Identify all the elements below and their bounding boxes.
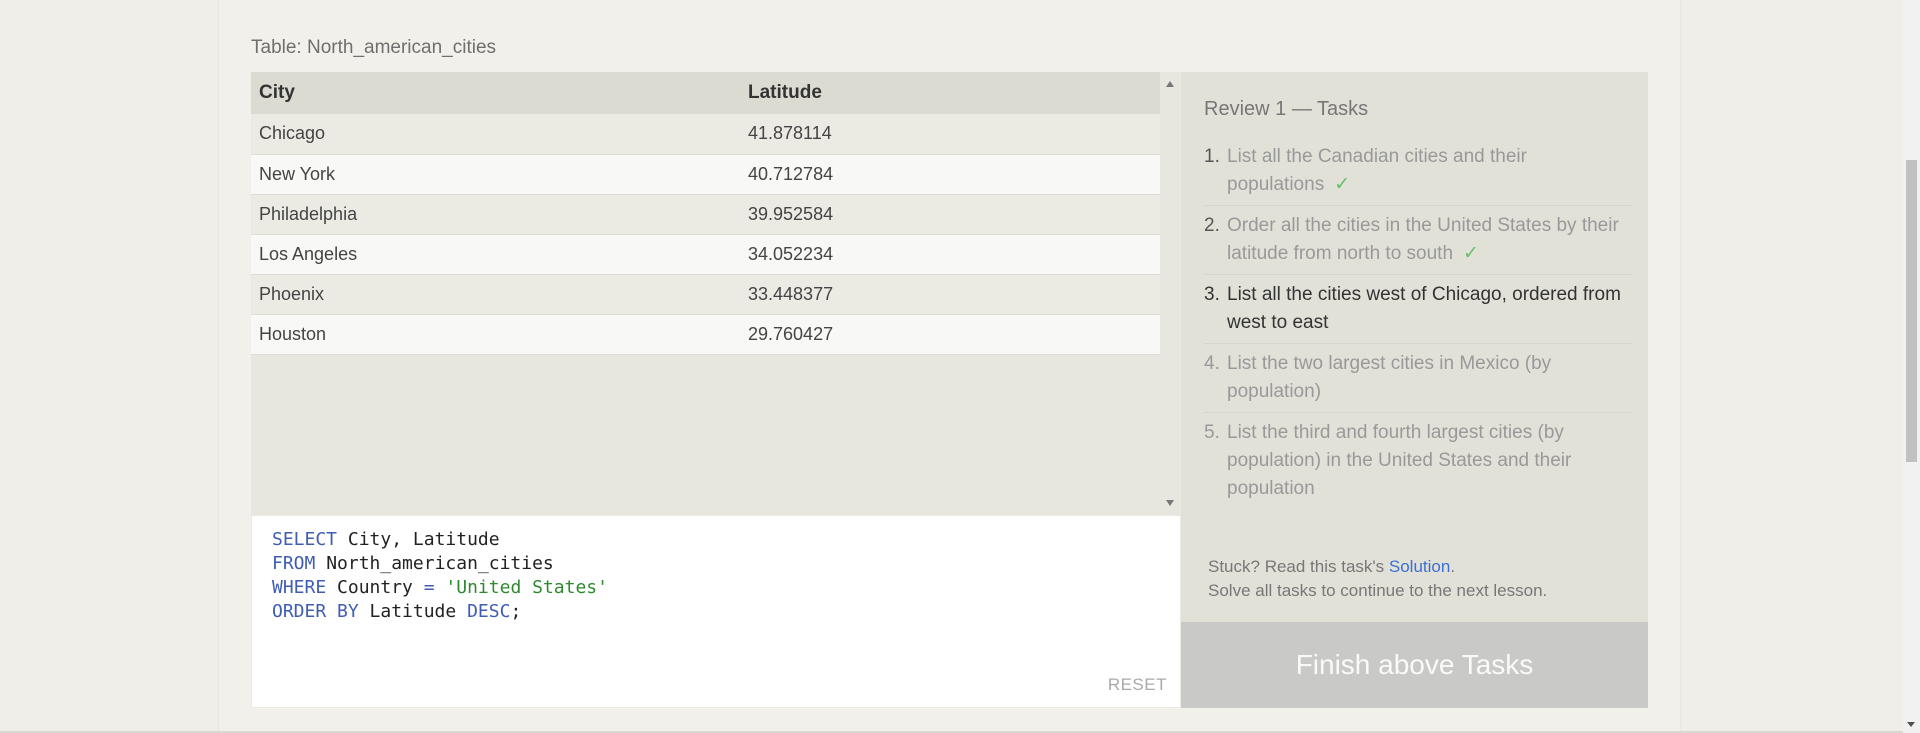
code-line: ORDER BY Latitude DESC; [272,600,608,624]
table-row: Houston 29.760427 [251,314,1160,355]
sql-text: Country [326,577,424,598]
sql-code[interactable]: SELECT City, Latitude FROM North_american… [272,528,608,624]
results-scrollbar[interactable] [1160,72,1181,515]
cell-city: Houston [251,314,740,355]
tasks-panel: Review 1 — Tasks 1. List all the Canadian… [1181,72,1648,622]
table-row: Philadelphia 39.952584 [251,194,1160,235]
sql-keyword: SELECT [272,529,338,550]
table-row: New York 40.712784 [251,154,1160,195]
task-text: List the third and fourth largest cities… [1227,422,1572,499]
results-header-row: City Latitude [251,72,1160,114]
code-line: FROM North_american_cities [272,552,608,576]
table-row: Chicago 41.878114 [251,114,1160,155]
table-caption: Table: North_american_cities [251,37,497,58]
cell-latitude: 29.760427 [740,314,1160,355]
cell-city: Philadelphia [251,194,740,235]
hint-prefix: Stuck? Read this task's [1208,557,1389,576]
cell-city: Chicago [251,114,740,155]
cell-latitude: 40.712784 [740,154,1160,195]
task-text: List the two largest cities in Mexico (b… [1227,353,1552,402]
task-number: 3. [1204,284,1220,305]
cell-city: Los Angeles [251,234,740,275]
task-item: 4. List the two largest cities in Mexico … [1204,350,1632,413]
task-item: 2. Order all the cities in the United Sta… [1204,212,1632,275]
task-item: 5. List the third and fourth largest citi… [1204,419,1632,509]
task-item: 3. List all the cities west of Chicago, o… [1204,281,1632,344]
code-line: SELECT City, Latitude [272,528,608,552]
task-text: Order all the cities in the United State… [1227,215,1619,264]
code-line: WHERE Country = 'United States' [272,576,608,600]
cell-city: New York [251,154,740,195]
task-number: 2. [1204,215,1220,236]
tasks-title: Review 1 — Tasks [1204,98,1369,120]
table-row: Phoenix 33.448377 [251,274,1160,315]
sql-editor[interactable]: SELECT City, Latitude FROM North_american… [251,515,1181,708]
sql-keyword: = [423,577,435,598]
column-header-latitude: Latitude [740,72,1160,114]
cell-city: Phoenix [251,274,740,315]
task-number: 1. [1204,146,1220,167]
table-row: Los Angeles 34.052234 [251,234,1160,275]
task-text: List all the Canadian cities and their p… [1227,146,1527,195]
sql-text: North_american_cities [315,553,554,574]
sql-text: Latitude [358,601,468,622]
hint-text: Stuck? Read this task's Solution. Solve … [1208,555,1547,603]
scrollbar-thumb[interactable] [1906,160,1917,462]
scroll-up-icon[interactable] [1166,81,1174,87]
sql-text: ; [510,601,522,622]
task-number: 5. [1204,422,1220,443]
scroll-down-icon[interactable] [1166,500,1174,506]
task-item: 1. List all the Canadian cities and their… [1204,143,1632,206]
finish-tasks-button[interactable]: Finish above Tasks [1181,622,1648,708]
query-results-table[interactable]: City Latitude Chicago 41.878114 New York… [251,72,1181,515]
scroll-down-icon[interactable] [1907,722,1915,727]
sql-string: 'United States' [445,577,608,598]
column-header-city: City [251,72,740,114]
reset-button[interactable]: RESET [1108,675,1167,695]
sql-keyword: WHERE [272,577,327,598]
cell-latitude: 34.052234 [740,234,1160,275]
task-text: List all the cities west of Chicago, ord… [1227,284,1621,333]
hint-line2: Solve all tasks to continue to the next … [1208,581,1548,600]
check-icon: ✓ [1334,174,1351,195]
sql-keyword: FROM [272,553,316,574]
solution-link[interactable]: Solution [1389,557,1450,576]
cell-latitude: 33.448377 [740,274,1160,315]
page-scrollbar[interactable] [1903,0,1920,733]
sql-keyword: DESC [467,601,511,622]
task-list: 1. List all the Canadian cities and their… [1204,143,1632,515]
cell-latitude: 41.878114 [740,114,1160,155]
cell-latitude: 39.952584 [740,194,1160,235]
hint-suffix: . [1450,557,1456,576]
sql-text: City, Latitude [337,529,500,550]
sql-keyword: ORDER BY [272,601,359,622]
task-number: 4. [1204,353,1220,374]
check-icon: ✓ [1463,243,1479,264]
